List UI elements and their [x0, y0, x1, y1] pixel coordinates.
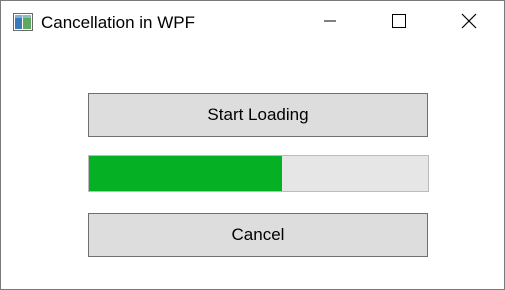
app-window: Cancellation in WPF Start Loading Cancel [0, 0, 505, 290]
title-bar[interactable]: Cancellation in WPF [1, 1, 504, 45]
minimize-button[interactable] [307, 1, 353, 45]
window-title: Cancellation in WPF [41, 13, 196, 32]
wpf-app-icon [13, 13, 33, 31]
start-loading-button[interactable]: Start Loading [88, 93, 428, 137]
loading-progress-bar [88, 155, 429, 192]
maximize-icon [392, 13, 406, 33]
maximize-button[interactable] [376, 1, 422, 45]
close-button[interactable] [446, 1, 492, 45]
window-content: Start Loading Cancel [1, 45, 504, 289]
progress-fill [89, 156, 283, 191]
close-icon [461, 13, 477, 34]
cancel-button[interactable]: Cancel [88, 213, 428, 257]
cancel-label: Cancel [231, 225, 285, 244]
start-loading-label: Start Loading [207, 105, 309, 124]
minimize-icon [324, 14, 336, 32]
